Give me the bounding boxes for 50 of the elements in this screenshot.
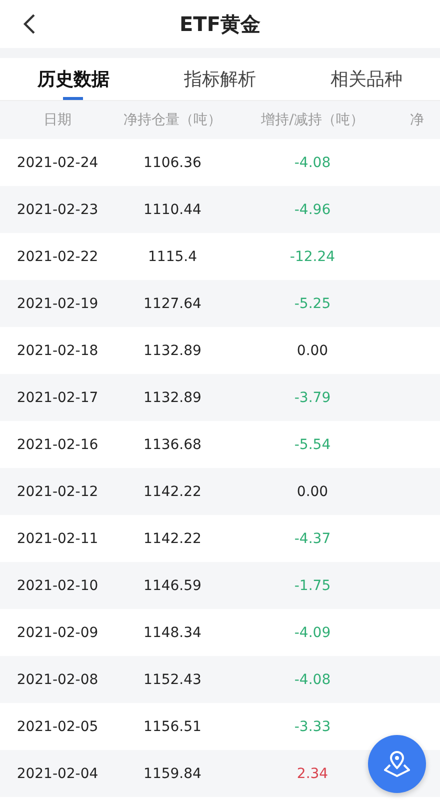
table-cell-text: -4.37 — [293, 530, 332, 546]
table-cell-text: -12.24 — [288, 248, 336, 264]
table-cell-text: 1110.44 — [142, 202, 202, 218]
table-cell-text: -4.08 — [293, 154, 332, 170]
table-cell-text: 1127.64 — [142, 296, 202, 312]
table-cell-text: 1106.36 — [142, 154, 202, 170]
table-cell-text: -3.79 — [293, 390, 332, 406]
table-cell-text: 1132.89 — [142, 342, 202, 358]
column-header: 日期 — [42, 111, 72, 129]
table-cell-text: 1146.59 — [142, 578, 202, 594]
tab[interactable]: 历史数据 — [0, 58, 147, 100]
table-cell-text: 2021-02-09 — [16, 624, 100, 640]
table-cell-text: -4.09 — [293, 624, 332, 640]
table-cell-text: 2.34 — [296, 766, 330, 782]
table-cell-text: 1159.84 — [142, 766, 202, 782]
table-cell-text: 2021-02-16 — [16, 436, 100, 452]
table-cell-text: 1136.68 — [142, 436, 202, 452]
table-cell-text: 1142.22 — [142, 484, 202, 500]
table-cell-text: -5.25 — [293, 296, 332, 312]
table-cell-text: -4.96 — [293, 202, 332, 218]
table-cell-text: 2021-02-04 — [16, 766, 100, 782]
table-cell-text: 2021-02-18 — [16, 342, 100, 358]
table-cell-text: 2021-02-22 — [16, 248, 100, 264]
table-cell-text: -4.08 — [293, 672, 332, 688]
table-cell-text: 0.00 — [296, 484, 330, 500]
table-cell-text: 2021-02-05 — [16, 718, 100, 734]
table-cell-text: 2021-02-19 — [16, 296, 100, 312]
table-cell-text: 1142.22 — [142, 530, 202, 546]
table-cell-text: 1152.43 — [142, 672, 202, 688]
table-cell-text: 2021-02-12 — [16, 484, 100, 500]
table-cell-text: 0.00 — [296, 342, 330, 358]
page-title: ETF黄金 — [180, 10, 260, 38]
table-cell-text: -1.75 — [293, 578, 332, 594]
table-cell-text: 1115.4 — [147, 248, 198, 264]
tab[interactable]: 指标解析 — [146, 58, 294, 100]
column-header: 增持/减持（吨） — [260, 111, 365, 129]
table-cell-text: 2021-02-08 — [16, 672, 100, 688]
table-cell-text: -3.33 — [293, 718, 332, 734]
table-cell-text: 1156.51 — [142, 718, 202, 734]
table-cell-text: 2021-02-10 — [16, 578, 100, 594]
table-cell-text: 2021-02-23 — [16, 202, 100, 218]
table-cell-text: -5.54 — [293, 436, 332, 452]
table-cell-text: 1148.34 — [142, 624, 202, 640]
table-cell-text: 2021-02-11 — [16, 530, 100, 546]
tab[interactable]: 相关品种 — [293, 58, 440, 100]
column-header: 净持仓量（吨） — [122, 111, 222, 129]
column-header: 净 — [409, 111, 425, 129]
table-cell-text: 2021-02-17 — [16, 390, 100, 406]
table-cell-text: 2021-02-24 — [16, 154, 100, 170]
table-cell-text: 1132.89 — [142, 390, 202, 406]
